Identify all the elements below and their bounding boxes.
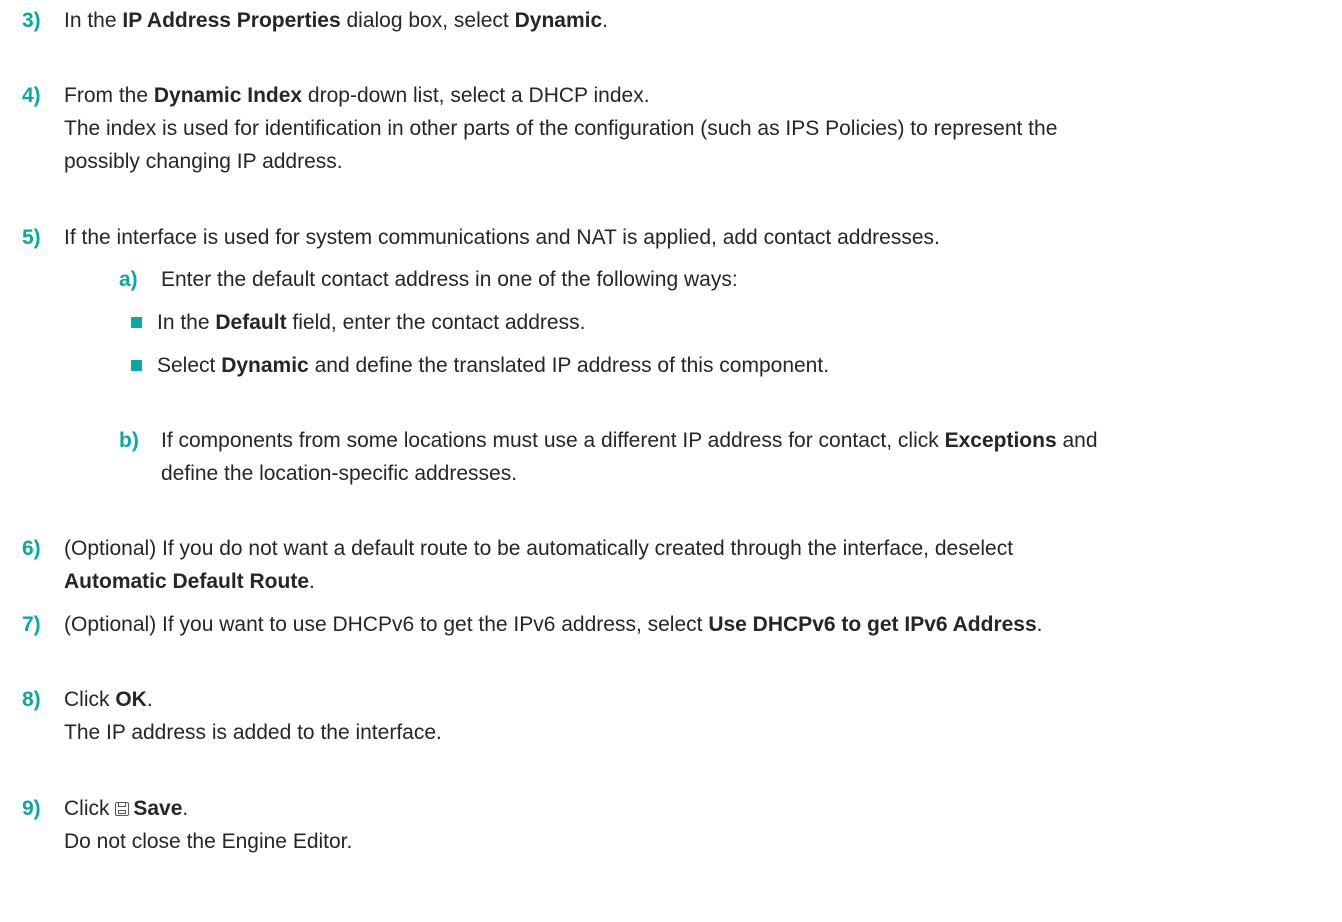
step-text: (Optional) If you want to use DHCPv6 to … [64,608,1342,641]
step-text: If the interface is used for system comm… [64,221,1342,254]
text-run: (Optional) If you do not want a default … [64,537,1014,560]
substep-text: If components from some locations must u… [161,424,1342,490]
square-bullet-icon [131,317,142,328]
text-run: (Optional) If you want to use DHCPv6 to … [64,613,709,636]
text-run: field, enter the contact address. [286,311,586,334]
text-run: define the location-specific addresses. [161,462,518,485]
text-run: Select [157,354,222,377]
bullet-text: In the Default field, enter the contact … [157,306,585,339]
text-run: and [1056,429,1098,452]
step-number: 6) [22,537,41,560]
ui-term-save: Save [133,797,183,820]
bullet-text: Select Dynamic and define the translated… [157,349,829,382]
ui-term-default: Default [215,311,287,334]
step-description: The index is used for identification in … [64,117,1058,140]
text-run: Click [64,688,116,711]
ui-term-dynamic: Dynamic [514,9,603,32]
text-run: In the [157,311,216,334]
text-run: If components from some locations must u… [161,429,945,452]
step-result: The IP address is added to the interface… [64,721,442,744]
step-number: 4) [22,84,41,107]
text-run: From the [64,84,154,107]
step-number: 3) [22,9,41,32]
step-text: Click Save. Do not close the Engine Edit… [64,792,1342,858]
step-text: In the IP Address Properties dialog box,… [64,4,1342,37]
text-run: Click [64,797,116,820]
step-description: possibly changing IP address. [64,150,343,173]
text-run: If the interface is used for system comm… [64,226,940,249]
text-run: and define the translated IP address of … [308,354,830,377]
ui-term-dynamic: Dynamic [221,354,309,377]
text-run: . [182,797,189,820]
text-run: In the [64,9,123,32]
step-text: Click OK. The IP address is added to the… [64,683,1342,749]
text-run: . [309,570,315,593]
step-number: 5) [22,226,41,249]
ui-term-ip-address-properties: IP Address Properties [122,9,341,32]
text-run: drop-down list, select a DHCP index. [302,84,650,107]
substep-letter: a) [119,268,138,291]
step-number: 8) [22,688,41,711]
step-result: Do not close the Engine Editor. [64,830,353,853]
ui-term-automatic-default-route: Automatic Default Route [64,570,310,593]
ui-term-ok: OK [115,688,147,711]
square-bullet-icon [131,360,142,371]
document-page: 3) In the IP Address Properties dialog b… [0,0,1342,922]
ui-term-exceptions: Exceptions [944,429,1057,452]
text-run: . [1036,613,1043,636]
step-number: 9) [22,797,41,820]
step-text: From the Dynamic Index drop-down list, s… [64,79,1342,178]
text-run: . [146,688,153,711]
substep-text: Enter the default contact address in one… [161,263,1342,296]
ui-term-dynamic-index: Dynamic Index [153,84,303,107]
step-text: (Optional) If you do not want a default … [64,532,1342,598]
substep-letter: b) [119,429,139,452]
floppy-disk-icon [115,802,130,816]
text-run: . [602,9,608,32]
text-run: Enter the default contact address in one… [161,268,738,291]
ui-term-use-dhcpv6: Use DHCPv6 to get IPv6 Address [708,613,1037,636]
step-number: 7) [22,613,41,636]
text-run: dialog box, select [340,9,515,32]
